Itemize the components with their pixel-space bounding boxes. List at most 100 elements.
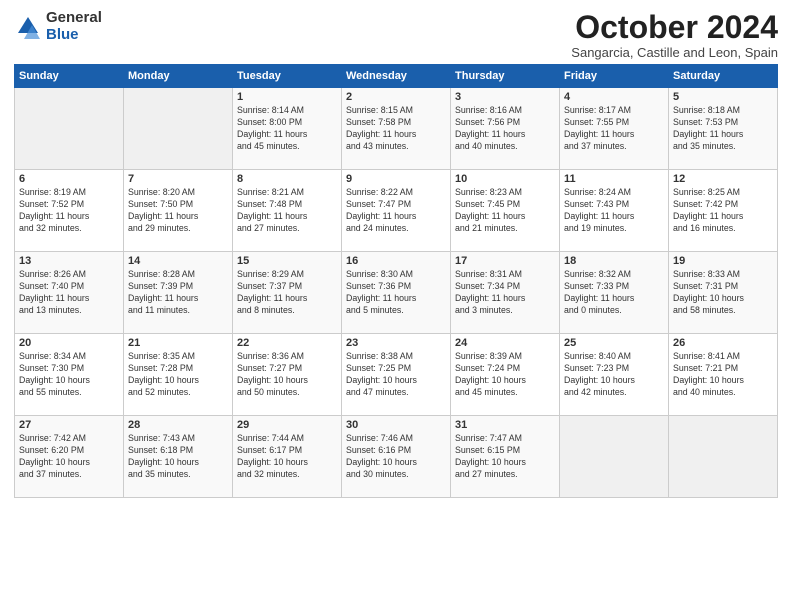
day-info: Sunrise: 8:30 AMSunset: 7:36 PMDaylight:… [346, 269, 446, 317]
header-monday: Monday [124, 65, 233, 88]
table-row: 23 Sunrise: 8:38 AMSunset: 7:25 PMDayligh… [342, 334, 451, 416]
header-tuesday: Tuesday [233, 65, 342, 88]
day-info: Sunrise: 8:19 AMSunset: 7:52 PMDaylight:… [19, 187, 119, 235]
day-number: 8 [237, 173, 337, 185]
day-number: 19 [673, 255, 773, 267]
table-row: 19 Sunrise: 8:33 AMSunset: 7:31 PMDayligh… [669, 252, 778, 334]
header-friday: Friday [560, 65, 669, 88]
day-number: 18 [564, 255, 664, 267]
table-row: 27Sunrise: 7:42 AMSunset: 6:20 PMDayligh… [15, 416, 124, 498]
day-number: 23 [346, 337, 446, 349]
day-info: Sunrise: 8:34 AMSunset: 7:30 PMDaylight:… [19, 351, 119, 399]
table-row: 15Sunrise: 8:29 AMSunset: 7:37 PMDayligh… [233, 252, 342, 334]
table-row [124, 88, 233, 170]
calendar-week-row: 27Sunrise: 7:42 AMSunset: 6:20 PMDayligh… [15, 416, 778, 498]
table-row: 20 Sunrise: 8:34 AMSunset: 7:30 PMDayligh… [15, 334, 124, 416]
day-number: 9 [346, 173, 446, 185]
calendar-week-row: 20 Sunrise: 8:34 AMSunset: 7:30 PMDayligh… [15, 334, 778, 416]
day-info: Sunrise: 7:42 AMSunset: 6:20 PMDaylight:… [19, 433, 119, 481]
header: General Blue October 2024 Sangarcia, Cas… [14, 10, 778, 60]
logo-text: General Blue [46, 10, 102, 43]
day-number: 28 [128, 419, 228, 431]
calendar-table: Sunday Monday Tuesday Wednesday Thursday… [14, 64, 778, 498]
day-info: Sunrise: 8:21 AMSunset: 7:48 PMDaylight:… [237, 187, 337, 235]
day-info: Sunrise: 8:26 AMSunset: 7:40 PMDaylight:… [19, 269, 119, 317]
day-info: Sunrise: 8:38 AMSunset: 7:25 PMDaylight:… [346, 351, 446, 399]
day-info: Sunrise: 8:16 AMSunset: 7:56 PMDaylight:… [455, 105, 555, 153]
day-info: Sunrise: 8:17 AMSunset: 7:55 PMDaylight:… [564, 105, 664, 153]
day-info: Sunrise: 7:43 AMSunset: 6:18 PMDaylight:… [128, 433, 228, 481]
logo-icon [14, 13, 42, 41]
table-row: 25Sunrise: 8:40 AMSunset: 7:23 PMDayligh… [560, 334, 669, 416]
table-row: 18Sunrise: 8:32 AMSunset: 7:33 PMDayligh… [560, 252, 669, 334]
page-container: General Blue October 2024 Sangarcia, Cas… [0, 0, 792, 504]
day-info: Sunrise: 8:33 AMSunset: 7:31 PMDaylight:… [673, 269, 773, 317]
table-row: 3 Sunrise: 8:16 AMSunset: 7:56 PMDaylight… [451, 88, 560, 170]
day-info: Sunrise: 8:14 AMSunset: 8:00 PMDaylight:… [237, 105, 337, 153]
table-row [560, 416, 669, 498]
day-info: Sunrise: 8:40 AMSunset: 7:23 PMDaylight:… [564, 351, 664, 399]
day-info: Sunrise: 7:46 AMSunset: 6:16 PMDaylight:… [346, 433, 446, 481]
table-row [669, 416, 778, 498]
day-info: Sunrise: 8:20 AMSunset: 7:50 PMDaylight:… [128, 187, 228, 235]
header-wednesday: Wednesday [342, 65, 451, 88]
location-subtitle: Sangarcia, Castille and Leon, Spain [571, 45, 778, 60]
table-row: 30 Sunrise: 7:46 AMSunset: 6:16 PMDayligh… [342, 416, 451, 498]
day-number: 24 [455, 337, 555, 349]
day-number: 22 [237, 337, 337, 349]
day-info: Sunrise: 8:15 AMSunset: 7:58 PMDaylight:… [346, 105, 446, 153]
day-number: 12 [673, 173, 773, 185]
day-number: 10 [455, 173, 555, 185]
table-row: 24Sunrise: 8:39 AMSunset: 7:24 PMDayligh… [451, 334, 560, 416]
table-row: 1 Sunrise: 8:14 AMSunset: 8:00 PMDaylight… [233, 88, 342, 170]
day-info: Sunrise: 8:28 AMSunset: 7:39 PMDaylight:… [128, 269, 228, 317]
logo: General Blue [14, 10, 102, 43]
day-number: 3 [455, 91, 555, 103]
day-number: 6 [19, 173, 119, 185]
header-thursday: Thursday [451, 65, 560, 88]
table-row: 6 Sunrise: 8:19 AMSunset: 7:52 PMDaylight… [15, 170, 124, 252]
day-number: 7 [128, 173, 228, 185]
logo-blue-label: Blue [46, 27, 102, 44]
day-number: 30 [346, 419, 446, 431]
table-row: 11 Sunrise: 8:24 AMSunset: 7:43 PMDayligh… [560, 170, 669, 252]
table-row: 5Sunrise: 8:18 AMSunset: 7:53 PMDaylight… [669, 88, 778, 170]
table-row [15, 88, 124, 170]
day-number: 11 [564, 173, 664, 185]
weekday-header-row: Sunday Monday Tuesday Wednesday Thursday… [15, 65, 778, 88]
month-title: October 2024 [571, 10, 778, 45]
day-info: Sunrise: 8:41 AMSunset: 7:21 PMDaylight:… [673, 351, 773, 399]
day-info: Sunrise: 8:23 AMSunset: 7:45 PMDaylight:… [455, 187, 555, 235]
day-info: Sunrise: 7:44 AMSunset: 6:17 PMDaylight:… [237, 433, 337, 481]
table-row: 31 Sunrise: 7:47 AMSunset: 6:15 PMDayligh… [451, 416, 560, 498]
day-info: Sunrise: 7:47 AMSunset: 6:15 PMDaylight:… [455, 433, 555, 481]
day-number: 4 [564, 91, 664, 103]
day-number: 2 [346, 91, 446, 103]
table-row: 13Sunrise: 8:26 AMSunset: 7:40 PMDayligh… [15, 252, 124, 334]
day-number: 16 [346, 255, 446, 267]
calendar-body: 1 Sunrise: 8:14 AMSunset: 8:00 PMDaylight… [15, 88, 778, 498]
calendar-week-row: 1 Sunrise: 8:14 AMSunset: 8:00 PMDaylight… [15, 88, 778, 170]
table-row: 4 Sunrise: 8:17 AMSunset: 7:55 PMDaylight… [560, 88, 669, 170]
day-info: Sunrise: 8:24 AMSunset: 7:43 PMDaylight:… [564, 187, 664, 235]
day-number: 31 [455, 419, 555, 431]
day-number: 15 [237, 255, 337, 267]
day-info: Sunrise: 8:35 AMSunset: 7:28 PMDaylight:… [128, 351, 228, 399]
table-row: 7 Sunrise: 8:20 AMSunset: 7:50 PMDaylight… [124, 170, 233, 252]
table-row: 17Sunrise: 8:31 AMSunset: 7:34 PMDayligh… [451, 252, 560, 334]
day-number: 26 [673, 337, 773, 349]
day-number: 14 [128, 255, 228, 267]
table-row: 12Sunrise: 8:25 AMSunset: 7:42 PMDayligh… [669, 170, 778, 252]
day-info: Sunrise: 8:18 AMSunset: 7:53 PMDaylight:… [673, 105, 773, 153]
day-number: 17 [455, 255, 555, 267]
day-info: Sunrise: 8:22 AMSunset: 7:47 PMDaylight:… [346, 187, 446, 235]
day-number: 1 [237, 91, 337, 103]
calendar-header: Sunday Monday Tuesday Wednesday Thursday… [15, 65, 778, 88]
header-saturday: Saturday [669, 65, 778, 88]
table-row: 14 Sunrise: 8:28 AMSunset: 7:39 PMDayligh… [124, 252, 233, 334]
day-info: Sunrise: 8:36 AMSunset: 7:27 PMDaylight:… [237, 351, 337, 399]
table-row: 2 Sunrise: 8:15 AMSunset: 7:58 PMDaylight… [342, 88, 451, 170]
table-row: 22 Sunrise: 8:36 AMSunset: 7:27 PMDayligh… [233, 334, 342, 416]
day-number: 20 [19, 337, 119, 349]
day-number: 29 [237, 419, 337, 431]
